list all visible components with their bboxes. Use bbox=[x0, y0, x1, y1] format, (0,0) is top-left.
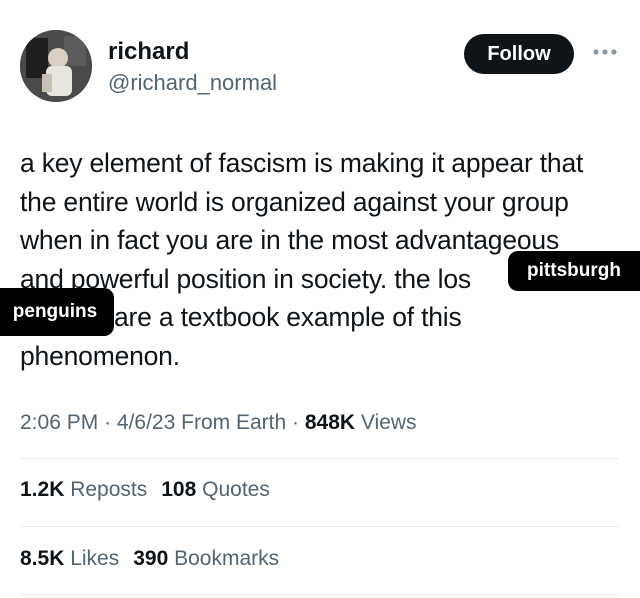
bookmarks-label: Bookmarks bbox=[174, 547, 280, 570]
separator: · bbox=[292, 411, 300, 434]
reposts-count: 1.2K bbox=[20, 478, 65, 501]
tweet-date[interactable]: 4/6/23 bbox=[117, 411, 175, 434]
display-name[interactable]: richard bbox=[108, 38, 189, 66]
reposts-label: Reposts bbox=[70, 478, 148, 501]
follow-button[interactable]: Follow bbox=[464, 34, 574, 74]
bookmarks-link[interactable]: 390 Bookmarks bbox=[133, 547, 279, 570]
divider bbox=[20, 458, 618, 459]
stats-row-likes-bookmarks: 8.5K Likes 390 Bookmarks bbox=[20, 547, 279, 571]
tweet-time[interactable]: 2:06 PM bbox=[20, 411, 98, 434]
separator: · bbox=[104, 411, 112, 434]
overlay-label-pittsburgh: pittsburgh bbox=[508, 251, 640, 291]
stats-row-reposts-quotes: 1.2K Reposts 108 Quotes bbox=[20, 478, 270, 502]
tweet-line-text: are a textbook example of this bbox=[114, 302, 462, 332]
divider bbox=[20, 594, 618, 595]
overlay-label-penguins: penguins bbox=[0, 288, 114, 336]
tweet-line: the entire world is organized against yo… bbox=[20, 186, 569, 217]
divider bbox=[20, 526, 618, 527]
quotes-label: Quotes bbox=[202, 478, 270, 501]
likes-link[interactable]: 8.5K Likes bbox=[20, 547, 119, 570]
bookmarks-count: 390 bbox=[133, 547, 169, 570]
tweet-line: phenomenon. bbox=[20, 340, 180, 371]
tweet-line: a key element of fascism is making it ap… bbox=[20, 148, 584, 178]
views-count: 848K bbox=[304, 411, 356, 434]
likes-count: 8.5K bbox=[20, 547, 65, 570]
reposts-link[interactable]: 1.2K Reposts bbox=[20, 478, 147, 501]
tweet-metadata: 2:06 PM · 4/6/23 From Earth · 848K Views bbox=[20, 411, 417, 435]
user-handle[interactable]: @richard_normal bbox=[108, 70, 277, 96]
more-options-button[interactable] bbox=[590, 44, 620, 60]
quotes-count: 108 bbox=[161, 478, 197, 501]
avatar-image bbox=[20, 30, 92, 102]
quotes-link[interactable]: 108 Quotes bbox=[161, 478, 270, 501]
tweet-source: From Earth bbox=[181, 411, 287, 434]
likes-label: Likes bbox=[70, 547, 120, 570]
avatar[interactable] bbox=[20, 30, 92, 102]
views-label: Views bbox=[360, 411, 417, 434]
more-horizontal-icon bbox=[593, 49, 617, 55]
